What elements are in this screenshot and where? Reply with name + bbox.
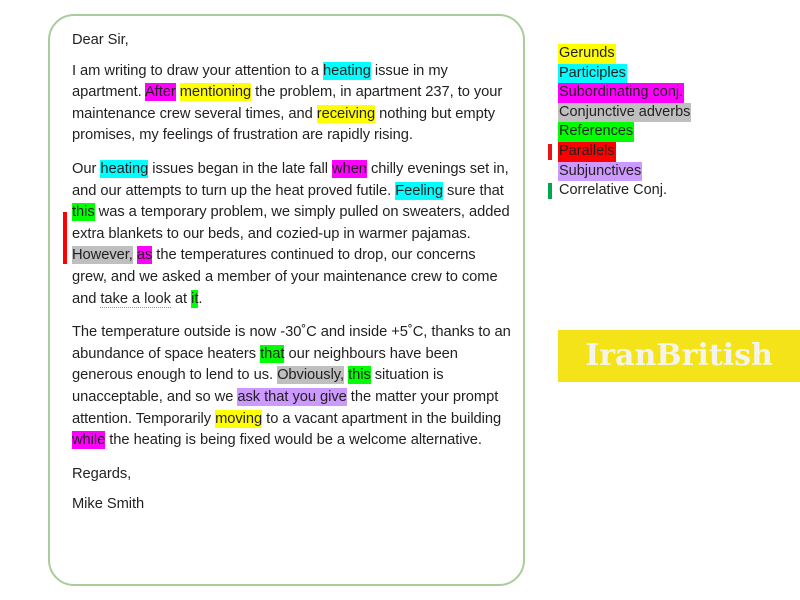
legend-item-subjunctives: Subjunctives — [558, 161, 793, 182]
legend-marker-bar-green — [548, 183, 552, 200]
highlight-participle: heating — [323, 61, 371, 80]
highlight-gerund: receiving — [316, 104, 376, 123]
legend-item-parallels: Parallels — [548, 141, 793, 162]
legend-item-gerunds: Gerunds — [558, 44, 793, 64]
letter-closing: Regards, — [72, 465, 132, 482]
legend-item-label: Participles — [558, 63, 627, 84]
legend-item-subordinating-conj: Subordinating conj. — [558, 83, 793, 103]
text-run: issues began in the late fall — [148, 160, 333, 177]
parallel-margin-marker — [63, 212, 67, 264]
legend-item-label: Gerunds — [558, 44, 616, 64]
text-run: I am writing to draw your attention to a — [72, 62, 324, 79]
highlight-participle: heating — [100, 159, 149, 178]
brand-logo: IranBritish — [558, 330, 800, 382]
highlight-gerund: moving — [215, 409, 263, 428]
highlight-conjadv: However, — [72, 246, 133, 265]
text-run: Our — [72, 160, 101, 177]
text-run: the heating is being fixed would be a we… — [105, 432, 482, 449]
letter-card: Dear Sir, I am writing to draw your atte… — [48, 14, 525, 586]
text-run: . — [198, 290, 203, 307]
legend-item-label: Subordinating conj. — [558, 83, 685, 103]
letter-paragraph-3: The temperature outside is now -30˚C and… — [72, 322, 513, 452]
highlight-conjadv: Obviously, — [277, 366, 345, 385]
text-run: sure that — [443, 182, 504, 199]
highlight-subord: while — [72, 431, 106, 450]
highlight-subord: After — [144, 83, 176, 102]
highlight-subord: as — [136, 246, 153, 265]
legend-panel: Gerunds Participles Subordinating conj. Con… — [548, 44, 793, 201]
legend-item-conjunctive-adverbs: Conjunctive adverbs — [558, 102, 793, 123]
highlight-participle: Feeling — [395, 181, 444, 200]
text-run: at — [170, 290, 192, 307]
letter-signature: Mike Smith — [72, 496, 145, 513]
brand-logo-text: IranBritish — [585, 338, 773, 373]
legend-item-label: Correlative Conj. — [559, 182, 667, 199]
legend-item-correlative-conj: Correlative Conj. — [548, 181, 793, 201]
highlight-gerund: mentioning — [179, 83, 252, 102]
legend-item-label: Parallels — [558, 141, 616, 162]
letter-paragraph-1: I am writing to draw your attention to a… — [72, 61, 513, 147]
highlight-reference: that — [260, 344, 285, 363]
letter-text-body: Dear Sir, I am writing to draw your atte… — [72, 30, 513, 516]
text-run: to a vacant apartment in the building — [262, 410, 502, 427]
text-run: was a temporary problem, we simply pulle… — [72, 204, 510, 242]
letter-salutation: Dear Sir, — [72, 32, 129, 48]
legend-marker-bar-red — [548, 143, 552, 160]
highlight-subjunctive: ask that you give — [237, 387, 347, 406]
letter-paragraph-2: Our heating issues began in the late fal… — [72, 159, 513, 310]
legend-item-references: References — [558, 122, 793, 142]
legend-item-label: Subjunctives — [558, 161, 643, 182]
highlight-reference: this — [72, 203, 95, 222]
highlight-reference: this — [348, 366, 371, 385]
legend-item-participles: Participles — [558, 63, 793, 84]
legend-item-label: Conjunctive adverbs — [558, 102, 692, 123]
highlight-subord: when — [332, 159, 367, 178]
spellcheck-underline-text: take a look — [100, 290, 171, 308]
legend-item-label: References — [558, 122, 635, 142]
